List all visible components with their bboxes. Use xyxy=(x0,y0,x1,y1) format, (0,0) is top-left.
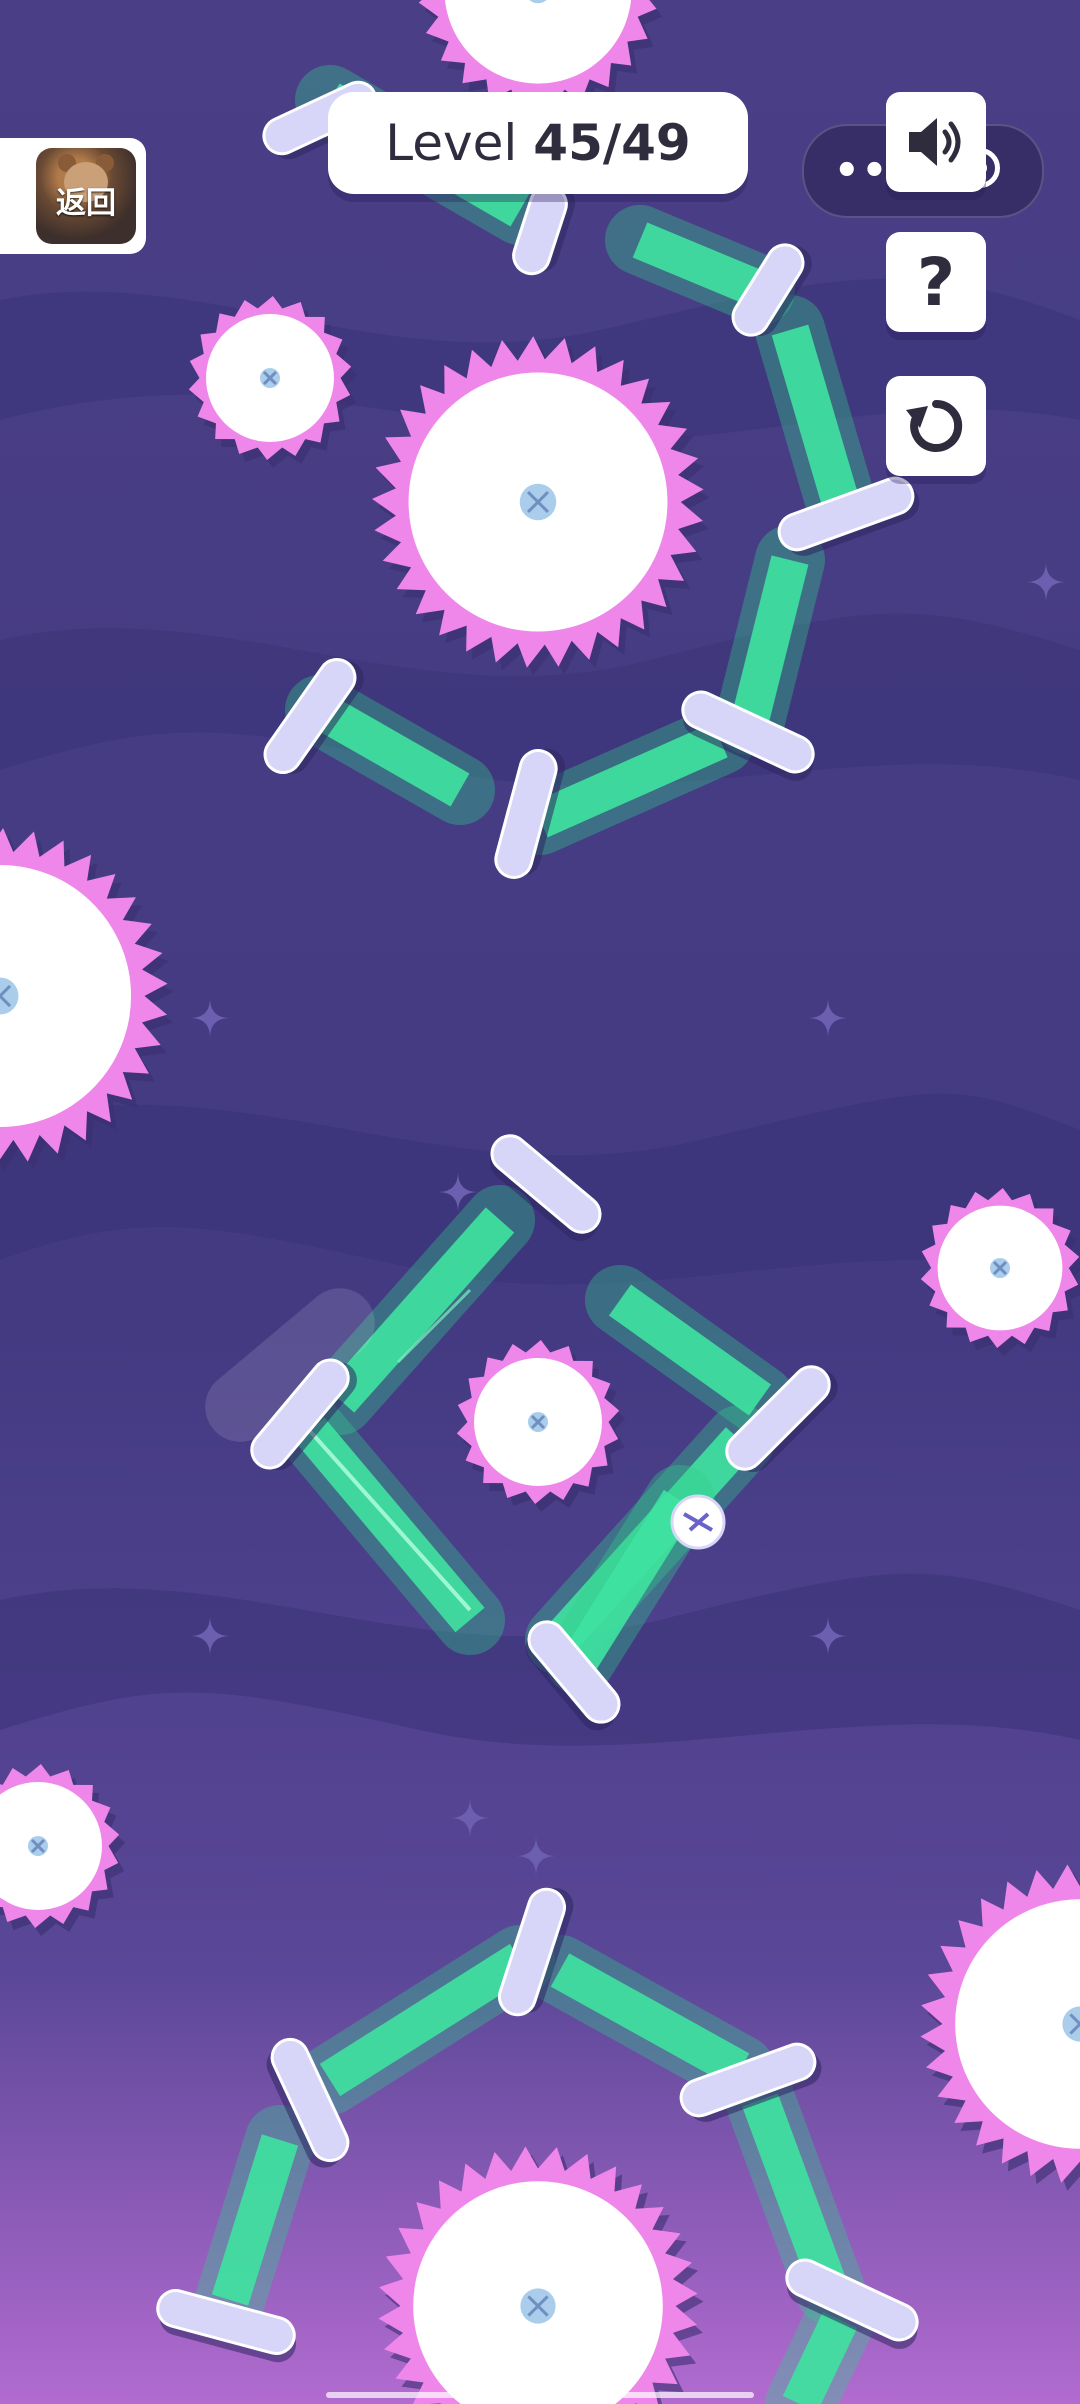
restart-icon xyxy=(906,399,963,452)
help-button[interactable]: ? xyxy=(886,232,986,332)
level-label: Level xyxy=(385,114,518,172)
game-board[interactable] xyxy=(0,0,1080,2404)
home-indicator xyxy=(326,2392,754,2398)
back-avatar-icon: 返回 xyxy=(36,148,136,244)
speaker-on-icon xyxy=(909,118,961,166)
sound-button[interactable] xyxy=(886,92,986,192)
back-label: 返回 xyxy=(56,186,116,221)
help-label: ? xyxy=(916,243,956,321)
level-indicator: Level 45/49 xyxy=(328,92,748,194)
ball-player[interactable] xyxy=(670,1494,726,1550)
back-button[interactable]: 返回 xyxy=(0,138,146,254)
restart-button[interactable] xyxy=(886,376,986,476)
level-value: 45/49 xyxy=(533,114,691,172)
